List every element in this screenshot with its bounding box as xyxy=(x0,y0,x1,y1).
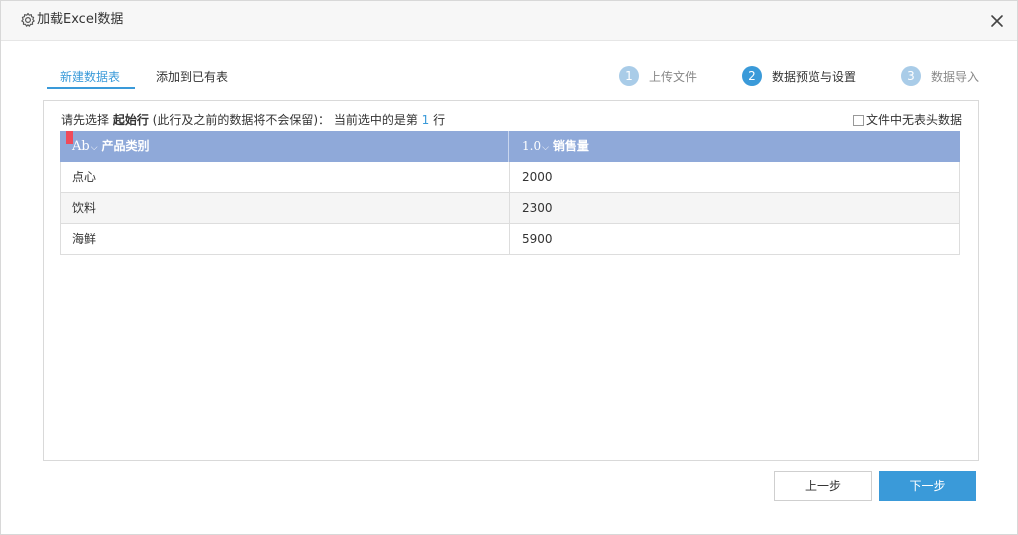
table-cell: 5900 xyxy=(522,232,553,246)
tab-new-table[interactable]: 新建数据表 xyxy=(60,69,120,85)
chevron-down-icon[interactable]: ⌵ xyxy=(542,143,549,153)
column-type-text[interactable]: Ab xyxy=(72,139,90,154)
checkbox-box[interactable] xyxy=(853,114,864,126)
column-name: 销售量 xyxy=(552,139,589,153)
instruction-prefix: 请先选择 xyxy=(61,113,113,127)
step-2-label: 数据预览与设置 xyxy=(772,70,857,84)
column-name: 产品类别 xyxy=(101,139,150,153)
title-bar: 加载Excel数据 xyxy=(1,1,1017,41)
data-preview-table: Ab⌵ 产品类别 1.0⌵ 销售量 点心 2000 饮料 2300 海鲜 5900 xyxy=(60,131,960,255)
active-tab-indicator xyxy=(47,87,135,89)
table-cell: 饮料 xyxy=(61,193,510,223)
excel-import-dialog: 加载Excel数据 新建数据表 添加到已有表 1 上传文件 2 数据预览与设置 … xyxy=(0,0,1018,535)
instruction-start-row: 起始行 xyxy=(112,113,149,127)
dialog-title: 加载Excel数据 xyxy=(37,12,124,27)
step-1-indicator: 1 xyxy=(619,66,639,86)
chevron-down-icon[interactable]: ⌵ xyxy=(91,143,98,153)
step-3-indicator: 3 xyxy=(901,66,921,86)
step-2-indicator: 2 xyxy=(742,66,762,86)
table-row[interactable]: 海鲜 5900 xyxy=(60,224,960,255)
instruction-suffix: 行 xyxy=(429,113,446,127)
tab-append-to-table[interactable]: 添加到已有表 xyxy=(156,69,228,85)
table-cell: 2300 xyxy=(522,201,553,215)
start-row-instruction: 请先选择 起始行 (此行及之前的数据将不会保留)： 当前选中的是第 1 行 xyxy=(61,112,445,128)
column-header-category[interactable]: Ab⌵ 产品类别 xyxy=(60,131,509,162)
table-cell: 2000 xyxy=(522,170,553,184)
close-icon[interactable] xyxy=(987,11,1007,31)
no-header-checkbox[interactable]: 文件中无表头数据 xyxy=(853,112,962,128)
column-type-number[interactable]: 1.0 xyxy=(522,139,541,153)
previous-step-button[interactable]: 上一步 xyxy=(774,471,872,501)
step-3-label: 数据导入 xyxy=(931,70,980,84)
table-cell: 海鲜 xyxy=(61,224,510,254)
next-step-button[interactable]: 下一步 xyxy=(879,471,976,501)
no-header-label: 文件中无表头数据 xyxy=(866,113,963,127)
table-row[interactable]: 点心 2000 xyxy=(60,162,960,193)
step-1-label: 上传文件 xyxy=(649,70,698,84)
table-cell: 点心 xyxy=(61,162,510,192)
gear-icon xyxy=(21,12,35,27)
table-header-row: Ab⌵ 产品类别 1.0⌵ 销售量 xyxy=(60,131,960,162)
column-header-sales[interactable]: 1.0⌵ 销售量 xyxy=(509,131,960,162)
table-row[interactable]: 饮料 2300 xyxy=(60,193,960,224)
instruction-middle: (此行及之前的数据将不会保留)： 当前选中的是第 xyxy=(148,113,422,127)
